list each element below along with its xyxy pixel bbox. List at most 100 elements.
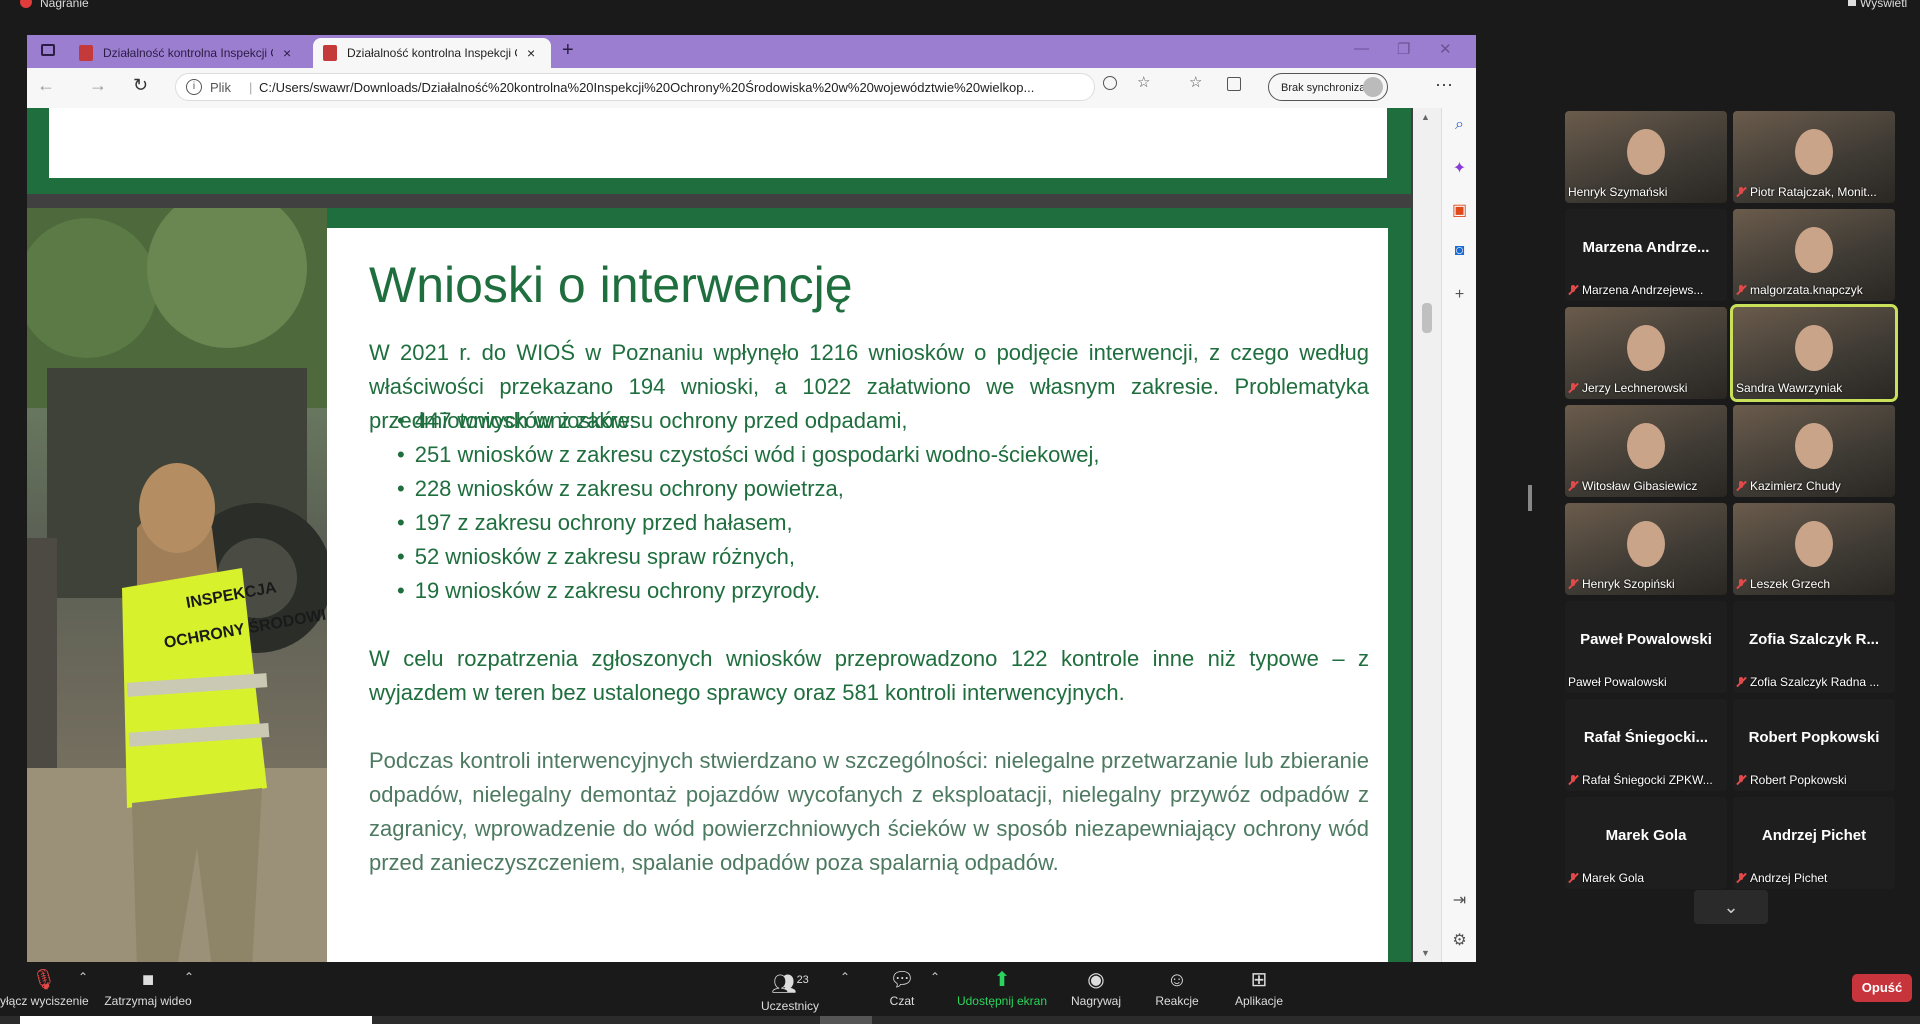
participant-video	[1627, 325, 1665, 371]
chat-button[interactable]: 💬︎ Czat	[882, 968, 922, 1008]
info-icon[interactable]: i	[186, 79, 202, 95]
participant-name: Piotr Ratajczak, Monit...	[1750, 185, 1877, 199]
mic-muted-icon	[1736, 677, 1746, 687]
tab-close-icon[interactable]: ×	[283, 45, 291, 61]
leave-button[interactable]: Opuść	[1852, 974, 1912, 1002]
participant-display-name: Marzena Andrze...	[1582, 239, 1710, 256]
favorite-star-icon[interactable]: ☆	[1137, 73, 1150, 91]
close-window-icon[interactable]: ✕	[1439, 40, 1452, 58]
zoom-icon[interactable]	[1103, 76, 1117, 90]
participants-caret-icon[interactable]: ⌃	[840, 970, 850, 984]
stop-video-button[interactable]: ■ Zatrzymaj wideo	[100, 968, 196, 1008]
scrollbar-thumb[interactable]	[1422, 303, 1432, 333]
participant-tile[interactable]: Robert Popkowski Robert Popkowski	[1733, 699, 1895, 791]
participant-name-label: Marek Gola	[1568, 871, 1644, 885]
participant-name-label: Zofia Szalczyk Radna ...	[1736, 675, 1879, 689]
pdf-viewport[interactable]: INSPEKCJA OCHRONY ŚRODOWI Wnioski o inte…	[27, 108, 1441, 962]
minimize-icon[interactable]: —	[1354, 40, 1369, 57]
share-screen-button[interactable]: ⬆ Udostępnij ekran	[952, 968, 1052, 1008]
add-sidebar-app-icon[interactable]: +	[1442, 286, 1476, 304]
pdf-icon	[79, 45, 93, 61]
back-icon[interactable]: ←	[37, 75, 55, 96]
participant-tile[interactable]: Piotr Ratajczak, Monit...	[1733, 111, 1895, 203]
gallery-next-page-icon[interactable]: ⌄	[1694, 890, 1768, 924]
reactions-button[interactable]: ☺ Reakcje	[1150, 968, 1204, 1008]
address-bar[interactable]: i Plik | C:/Users/swawr/Downloads/Działa…	[175, 73, 1095, 101]
view-icon[interactable]	[1848, 0, 1856, 6]
participant-tile[interactable]: Marzena Andrze... Marzena Andrzejews...	[1565, 209, 1727, 301]
apps-button[interactable]: ⊞ Aplikacje	[1228, 968, 1290, 1008]
unmute-button[interactable]: 🎙︎ yłącz wyciszenie	[0, 968, 89, 1008]
new-tab-button[interactable]: +	[562, 39, 574, 62]
participant-tile[interactable]: Rafał Śniegocki... Rafał Śniegocki ZPKW..…	[1565, 699, 1727, 791]
inspector-photo-illustration: INSPEKCJA OCHRONY ŚRODOWI	[27, 208, 327, 962]
recording-label: Nagranie	[40, 0, 89, 10]
participants-icon: 👥︎23	[771, 973, 809, 996]
share-screen-label: Udostępnij ekran	[956, 994, 1048, 1008]
outlook-icon[interactable]: ◙	[1442, 242, 1476, 260]
maximize-icon[interactable]: ❐	[1397, 40, 1410, 58]
participant-tile[interactable]: Henryk Szopiński	[1565, 503, 1727, 595]
mic-muted-icon	[1568, 775, 1578, 785]
slide-paragraph-controls: W celu rozpatrzenia zgłoszonych wniosków…	[369, 646, 1369, 705]
participant-video	[1795, 423, 1833, 469]
participant-name: Sandra Wawrzyniak	[1736, 381, 1843, 395]
apps-label: Aplikacje	[1234, 994, 1284, 1008]
sidebar-settings-icon[interactable]: ⚙	[1442, 930, 1476, 950]
participant-name: Jerzy Lechnerowski	[1582, 381, 1688, 395]
office-icon[interactable]: ▣	[1442, 200, 1476, 220]
tab-bar: Działalność kontrolna Inspekcji O × Dzia…	[27, 35, 1476, 68]
participant-tile[interactable]: Marek Gola Marek Gola	[1565, 797, 1727, 889]
participant-name-label: Kazimierz Chudy	[1736, 479, 1841, 493]
tab-pdf-2[interactable]: Działalność kontrolna Inspekcji O ×	[313, 38, 551, 68]
sync-button[interactable]: Brak synchronizacji	[1268, 73, 1388, 101]
url-text[interactable]: C:/Users/swawr/Downloads/Działalność%20k…	[259, 80, 1099, 95]
participant-video	[1795, 129, 1833, 175]
slide-bullet: 251 wniosków z zakresu czystości wód i g…	[397, 438, 1100, 472]
view-button[interactable]: Wyświetl	[1860, 0, 1907, 10]
slide-paragraph-findings: Podczas kontroli interwencyjnych stwierd…	[369, 748, 1369, 875]
participant-tile[interactable]: Sandra Wawrzyniak	[1730, 304, 1898, 402]
participant-tile[interactable]: Andrzej Pichet Andrzej Pichet	[1733, 797, 1895, 889]
participant-display-name: Paweł Powalowski	[1580, 631, 1712, 648]
more-menu-icon[interactable]: ···	[1435, 74, 1453, 95]
participant-video	[1795, 227, 1833, 273]
tab-close-icon[interactable]: ×	[527, 45, 535, 61]
participant-tile[interactable]: malgorzata.knapczyk	[1733, 209, 1895, 301]
chat-icon: 💬︎	[889, 969, 915, 991]
tab-pdf-1[interactable]: Działalność kontrolna Inspekcji O ×	[69, 38, 307, 68]
search-icon[interactable]: ⌕	[1442, 116, 1476, 134]
participant-video	[1795, 521, 1833, 567]
participant-tile[interactable]: Paweł Powalowski Paweł Powalowski	[1565, 601, 1727, 693]
panel-resize-handle[interactable]	[1528, 485, 1532, 511]
tab-actions-icon[interactable]	[41, 44, 55, 56]
participant-tile[interactable]: Kazimierz Chudy	[1733, 405, 1895, 497]
audio-options-caret-icon[interactable]: ⌃	[78, 970, 88, 984]
vertical-scrollbar[interactable]: ▲ ▼	[1413, 108, 1441, 962]
record-button[interactable]: ◉ Nagrywaj	[1066, 968, 1126, 1008]
participant-tile[interactable]: Leszek Grzech	[1733, 503, 1895, 595]
taskbar-selection[interactable]	[820, 1016, 872, 1024]
mic-muted-icon	[1568, 579, 1578, 589]
forward-icon[interactable]: →	[89, 75, 107, 96]
mic-muted-icon	[1736, 187, 1746, 197]
participants-button[interactable]: 👥︎23 Uczestnicy	[752, 968, 828, 1013]
taskbar-thumbnail[interactable]	[20, 1016, 372, 1024]
participant-tile[interactable]: Witosław Gibasiewicz	[1565, 405, 1727, 497]
participant-tile[interactable]: Zofia Szalczyk R... Zofia Szalczyk Radna …	[1733, 601, 1895, 693]
participant-tile[interactable]: Jerzy Lechnerowski	[1565, 307, 1727, 399]
participant-tile[interactable]: Henryk Szymański	[1565, 111, 1727, 203]
browser-window: Działalność kontrolna Inspekcji O × Dzia…	[27, 35, 1476, 962]
tab-title: Działalność kontrolna Inspekcji O	[347, 46, 517, 60]
scroll-down-icon[interactable]: ▼	[1421, 948, 1430, 958]
scroll-up-icon[interactable]: ▲	[1421, 112, 1430, 122]
copilot-icon[interactable]: ✦	[1442, 158, 1476, 178]
participant-name: Henryk Szopiński	[1582, 577, 1675, 591]
refresh-icon[interactable]: ↻	[133, 75, 148, 96]
chat-caret-icon[interactable]: ⌃	[930, 970, 940, 984]
participant-name-label: Andrzej Pichet	[1736, 871, 1827, 885]
video-options-caret-icon[interactable]: ⌃	[184, 970, 194, 984]
hide-sidebar-icon[interactable]: ⇥	[1442, 890, 1476, 910]
favorites-icon[interactable]: ☆	[1189, 73, 1202, 91]
collections-icon[interactable]	[1227, 77, 1241, 91]
